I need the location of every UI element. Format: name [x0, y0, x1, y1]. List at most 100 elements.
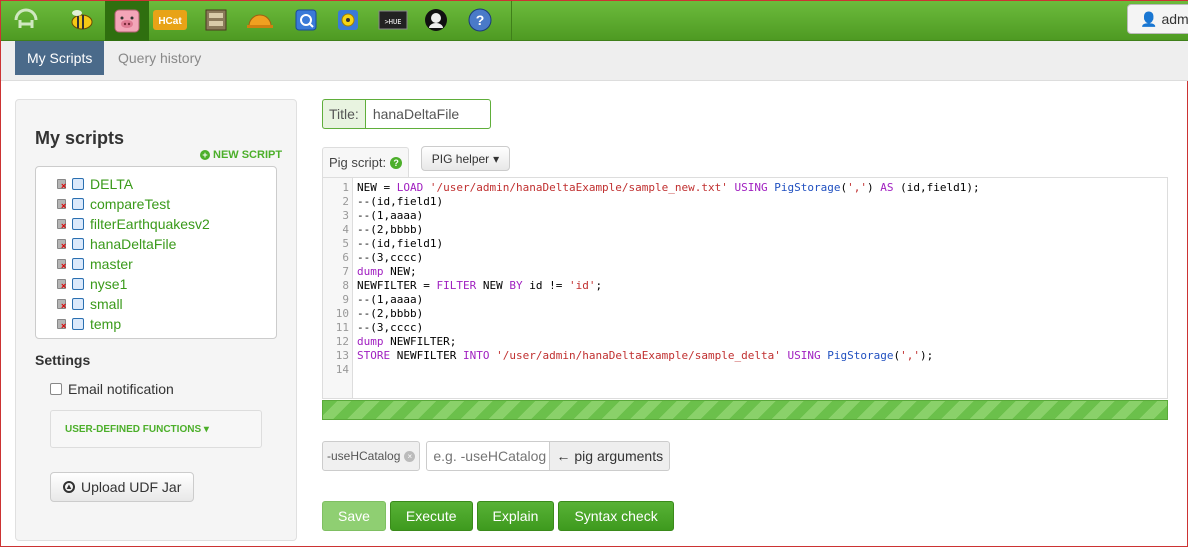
pig-argument-input[interactable] [426, 441, 551, 471]
pig-arguments-group: -useHCatalog × ← pig arguments [322, 441, 671, 471]
code-line: dump NEWFILTER; [357, 335, 457, 348]
shell-icon-label: >HUE [385, 18, 402, 26]
script-link[interactable]: compareTest [90, 196, 170, 212]
svg-text:?: ? [476, 12, 485, 28]
open-script-icon[interactable] [72, 298, 84, 310]
delete-script-icon[interactable]: × [56, 258, 68, 271]
delete-script-icon[interactable]: × [56, 318, 68, 331]
help-icon[interactable]: ? [465, 5, 495, 35]
line-number: 2 [342, 195, 349, 208]
editor-resize-handle[interactable] [322, 400, 1168, 420]
tab-my-scripts[interactable]: My Scripts [15, 41, 105, 75]
pig-icon[interactable] [105, 1, 149, 41]
list-item: × compareTest [36, 194, 276, 214]
script-link[interactable]: small [90, 296, 123, 312]
hcat-icon[interactable]: HCat [153, 5, 187, 35]
tab-query-history[interactable]: Query history [106, 41, 213, 75]
open-script-icon[interactable] [72, 258, 84, 270]
bee-icon[interactable] [67, 5, 97, 35]
email-notification-label: Email notification [68, 381, 174, 397]
pig-script-tab[interactable]: Pig script: ? [322, 147, 410, 177]
code-line: --(1,aaaa) [357, 209, 424, 222]
script-link[interactable]: DELTA [90, 176, 133, 192]
code-line: --(3,cccc) [357, 321, 424, 334]
line-number: 6 [342, 251, 349, 264]
script-link[interactable]: nyse1 [90, 276, 127, 292]
help-circle-icon[interactable]: ? [390, 156, 403, 169]
pig-helper-label: PIG helper [431, 151, 490, 166]
pig-arguments-label: pig arguments [574, 448, 664, 464]
open-script-icon[interactable] [72, 318, 84, 330]
execute-button[interactable]: Execute [389, 501, 473, 531]
open-script-icon[interactable] [72, 278, 84, 290]
line-number: 10 [335, 307, 349, 320]
line-number: 4 [342, 223, 349, 236]
script-link[interactable]: master [90, 256, 133, 272]
upload-icon: ▲ [63, 481, 75, 493]
argument-tag: -useHCatalog × [322, 441, 421, 471]
script-link[interactable]: temp [90, 316, 121, 332]
settings-title: Settings [35, 352, 91, 368]
code-line: --(id,field1) [357, 237, 444, 250]
save-button[interactable]: Save [322, 501, 386, 531]
sidebar: My scripts + NEW SCRIPT × DELTA × compar… [15, 99, 297, 541]
delete-script-icon[interactable]: × [56, 278, 68, 291]
email-notification-row: Email notification [50, 381, 174, 397]
arrow-left-icon: ← [556, 448, 571, 464]
code-editor[interactable]: 1 2 3 4 5 6 7 8 9 10 11 12 13 14 NEW = LOAD '/user/ad… [322, 177, 1168, 399]
udf-section: USER-DEFINED FUNCTIONS ▾ [50, 410, 262, 448]
udf-toggle[interactable]: USER-DEFINED FUNCTIONS ▾ [65, 424, 209, 435]
delete-script-icon[interactable]: × [56, 198, 68, 211]
file-browser-icon[interactable] [201, 5, 231, 35]
code-line: --(id,field1) [357, 195, 444, 208]
line-number: 12 [335, 335, 349, 348]
delete-script-icon[interactable]: × [56, 298, 68, 311]
code-content[interactable]: NEW = LOAD '/user/admin/hanaDeltaExample… [357, 181, 980, 377]
new-script-label: NEW SCRIPT [213, 149, 283, 161]
delete-script-icon[interactable]: × [56, 218, 68, 231]
sidebar-title: My scripts [35, 128, 125, 148]
upload-udf-button[interactable]: ▲ Upload UDF Jar [50, 472, 194, 502]
user-admin-icon[interactable] [421, 5, 451, 35]
job-hardhat-icon[interactable] [245, 5, 275, 35]
job-designer-icon[interactable] [291, 5, 321, 35]
list-item: × hanaDeltaFile [36, 234, 276, 254]
syntax-check-button[interactable]: Syntax check [558, 501, 674, 531]
topbar-divider [511, 1, 512, 41]
code-line: --(2,bbbb) [357, 223, 424, 236]
open-script-icon[interactable] [72, 198, 84, 210]
title-field-group: Title: hanaDeltaFile [322, 99, 491, 129]
list-item: × filterEarthquakesv2 [36, 214, 276, 234]
user-menu-button[interactable]: 👤 admi [1127, 4, 1188, 34]
explain-button[interactable]: Explain [476, 501, 555, 531]
udf-label: USER-DEFINED FUNCTIONS [65, 424, 202, 435]
open-script-icon[interactable] [72, 218, 84, 230]
list-item: × master [36, 254, 276, 274]
code-line: --(2,bbbb) [357, 307, 424, 320]
upload-udf-label: Upload UDF Jar [81, 479, 182, 495]
oozie-icon[interactable] [333, 5, 363, 35]
line-number: 13 [335, 349, 349, 362]
shell-icon[interactable]: >HUE [377, 5, 409, 35]
line-number: 7 [342, 265, 349, 278]
line-number: 5 [342, 237, 349, 250]
remove-tag-icon[interactable]: × [404, 450, 416, 462]
title-input[interactable]: hanaDeltaFile [364, 99, 491, 129]
delete-script-icon[interactable]: × [56, 238, 68, 251]
add-pig-argument-button[interactable]: ← pig arguments [550, 441, 671, 471]
code-line: STORE NEWFILTER INTO '/user/admin/hanaDe… [357, 349, 934, 362]
chevron-down-icon: ▾ [203, 424, 209, 435]
script-link[interactable]: hanaDeltaFile [90, 236, 176, 252]
delete-script-icon[interactable]: × [56, 178, 68, 191]
sub-navbar: My Scripts Query history [1, 41, 1188, 81]
open-script-icon[interactable] [72, 238, 84, 250]
email-notification-checkbox[interactable] [50, 383, 62, 395]
hue-logo-icon[interactable] [11, 5, 41, 35]
pig-helper-dropdown[interactable]: PIG helper ▾ [421, 146, 510, 171]
code-line: dump NEW; [357, 265, 417, 278]
new-script-link[interactable]: + NEW SCRIPT [200, 149, 282, 161]
line-number: 3 [342, 209, 349, 222]
open-script-icon[interactable] [72, 178, 84, 190]
script-link[interactable]: filterEarthquakesv2 [90, 216, 210, 232]
list-item: × nyse1 [36, 274, 276, 294]
